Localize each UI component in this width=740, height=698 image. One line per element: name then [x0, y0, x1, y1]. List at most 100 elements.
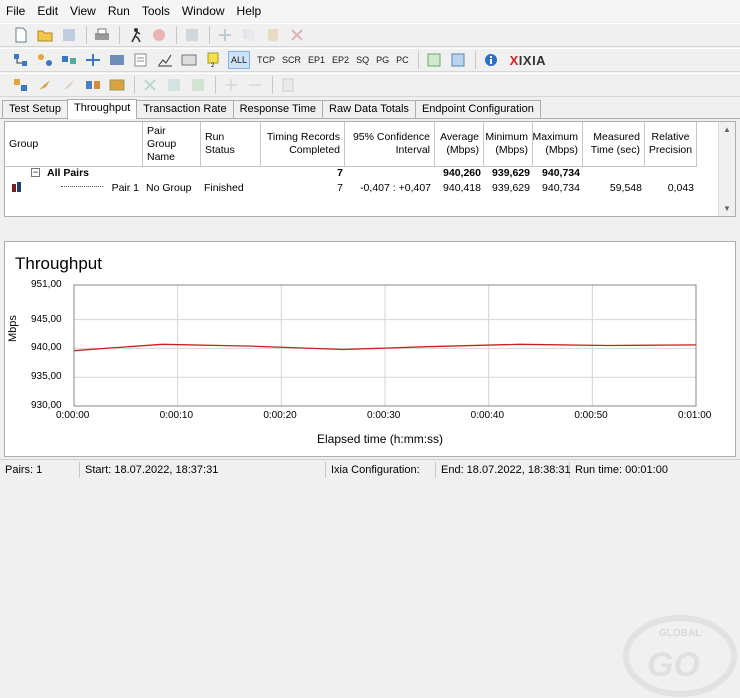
status-end: End: 18.07.2022, 18:38:31: [436, 461, 571, 478]
voip-icon[interactable]: [108, 51, 126, 69]
column-header-relative-precision[interactable]: Relative Precision: [645, 122, 697, 167]
scroll-down-icon[interactable]: ▼: [723, 204, 731, 213]
collapse-icon[interactable]: [246, 76, 264, 94]
info-bulb-icon[interactable]: 2: [204, 51, 222, 69]
main-toolbar: [0, 23, 740, 47]
open-folder-icon[interactable]: [36, 26, 54, 44]
print-icon[interactable]: [93, 26, 111, 44]
stream-icon[interactable]: [60, 76, 78, 94]
protocol-ep2[interactable]: EP2: [332, 55, 349, 65]
summary-timing-records: 7: [337, 167, 343, 179]
grid-vertical-scrollbar[interactable]: ▲ ▼: [718, 122, 735, 216]
menu-view[interactable]: View: [70, 4, 96, 18]
menu-file[interactable]: File: [6, 4, 25, 18]
pair-name: Pair 1: [111, 182, 139, 194]
grid-icon[interactable]: [165, 76, 183, 94]
chart-icon[interactable]: [156, 51, 174, 69]
pair-minimum: 939,629: [492, 182, 530, 194]
add-pair-icon[interactable]: [216, 26, 234, 44]
column-header-confidence[interactable]: 95% Confidence Interval: [345, 122, 435, 167]
paste-icon[interactable]: [264, 26, 282, 44]
menu-tools[interactable]: Tools: [142, 4, 170, 18]
cut-icon[interactable]: [141, 76, 159, 94]
table-icon[interactable]: [189, 76, 207, 94]
tab-raw-data-totals[interactable]: Raw Data Totals: [322, 100, 416, 118]
stop-icon[interactable]: [150, 26, 168, 44]
y-tick-label: 935,00: [31, 371, 62, 383]
y-tick-label: 940,00: [31, 342, 62, 354]
column-header-average[interactable]: Average (Mbps): [435, 122, 484, 167]
pair-maximum: 940,734: [542, 182, 580, 194]
column-header-pair-group-name[interactable]: Pair Group Name: [143, 122, 201, 167]
menu-edit[interactable]: Edit: [37, 4, 58, 18]
column-header-measured-time[interactable]: Measured Time (sec): [583, 122, 645, 167]
toolbar-separator: [417, 51, 419, 69]
x-tick-label: 0:01:00: [678, 410, 712, 421]
status-pairs: Pairs: 1: [0, 461, 80, 478]
options-icon[interactable]: [180, 51, 198, 69]
save-icon[interactable]: [60, 26, 78, 44]
x-tick-label: 0:00:00: [56, 410, 90, 421]
pair-timing-records: 7: [337, 182, 343, 194]
watermark-brand: GLOBAL: [659, 628, 701, 639]
multicast-icon[interactable]: [36, 51, 54, 69]
protocol-pc[interactable]: PC: [396, 55, 409, 65]
delete-icon[interactable]: [288, 26, 306, 44]
save-results-icon[interactable]: [449, 51, 467, 69]
summary-label: All Pairs: [47, 167, 90, 179]
x-tick-label: 0:00:40: [470, 410, 505, 421]
new-file-icon[interactable]: [12, 26, 30, 44]
edit-script-icon[interactable]: [132, 51, 150, 69]
hardware-icon[interactable]: [108, 76, 126, 94]
protocol-pg[interactable]: PG: [376, 55, 389, 65]
expand-icon[interactable]: [222, 76, 240, 94]
traffic-icon[interactable]: [84, 76, 102, 94]
scroll-up-icon[interactable]: ▲: [723, 125, 731, 134]
toolbar-separator: [209, 26, 210, 44]
rocket-icon[interactable]: [36, 76, 54, 94]
protocol-all[interactable]: ALL: [228, 51, 251, 69]
pair-average: 940,418: [443, 182, 481, 194]
status-run-time: Run time: 00:01:00: [575, 463, 668, 476]
summary-average: 940,260: [443, 167, 481, 179]
toolbar-separator: [215, 76, 216, 94]
global-watermark-logo: GLOBAL GO: [623, 615, 737, 697]
info-icon[interactable]: [482, 51, 500, 69]
toolbar-separator: [272, 76, 273, 94]
export-icon[interactable]: [425, 51, 443, 69]
pane-splitter[interactable]: [0, 219, 740, 241]
protocol-sq[interactable]: SQ: [356, 55, 369, 65]
summary-maximum: 940,734: [542, 167, 580, 179]
tab-endpoint-configuration[interactable]: Endpoint Configuration: [414, 100, 541, 118]
tab-transaction-rate[interactable]: Transaction Rate: [136, 100, 234, 118]
y-tick-label: 930,00: [31, 400, 62, 411]
column-header-run-status[interactable]: Run Status: [201, 122, 261, 167]
run-icon[interactable]: [126, 26, 144, 44]
column-header-group[interactable]: Group: [5, 122, 143, 167]
network-icon[interactable]: [84, 51, 102, 69]
tab-throughput[interactable]: Throughput: [66, 99, 138, 119]
protocol-tcp[interactable]: TCP: [257, 55, 275, 65]
menu-run[interactable]: Run: [108, 4, 130, 18]
column-header-minimum[interactable]: Minimum (Mbps): [484, 122, 533, 167]
protocol-scr[interactable]: SCR: [282, 55, 301, 65]
column-header-timing-records[interactable]: Timing Records Completed: [261, 122, 345, 167]
status-ixia-config: Ixia Configuration:: [326, 461, 436, 478]
column-header-maximum[interactable]: Maximum (Mbps): [532, 122, 583, 167]
copy-icon[interactable]: [240, 26, 258, 44]
pair-run-status: Finished: [204, 182, 244, 194]
pair-add-icon[interactable]: [12, 51, 30, 69]
collapse-toggle[interactable]: −: [31, 168, 40, 177]
y-axis-label: Mbps: [7, 315, 19, 342]
report-icon[interactable]: [279, 76, 297, 94]
tab-response-time[interactable]: Response Time: [232, 100, 324, 118]
tab-test-setup[interactable]: Test Setup: [2, 100, 68, 118]
endpoint-icon[interactable]: [60, 51, 78, 69]
menu-help[interactable]: Help: [237, 4, 262, 18]
protocol-ep1[interactable]: EP1: [308, 55, 325, 65]
throughput-chart-panel: Throughput Mbps Elapsed time (h:mm:ss) 0…: [4, 241, 737, 697]
validate-icon[interactable]: [183, 26, 201, 44]
menu-window[interactable]: Window: [182, 4, 225, 18]
toolbar-separator: [86, 26, 87, 44]
pair-wizard-icon[interactable]: [12, 76, 30, 94]
